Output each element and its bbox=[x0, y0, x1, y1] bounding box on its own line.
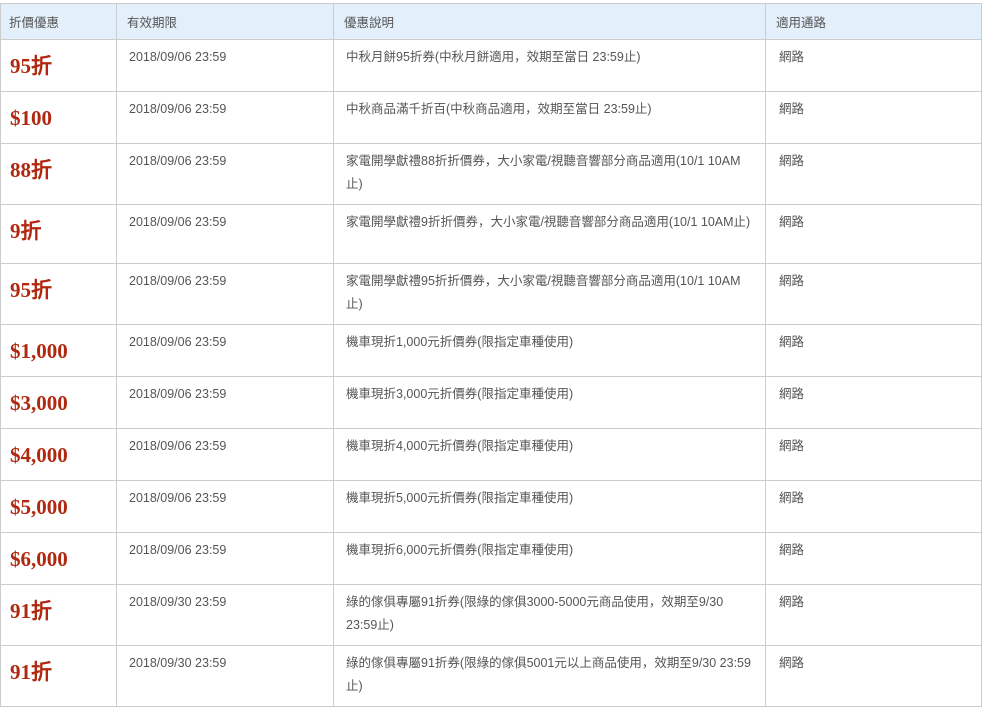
channel: 網路 bbox=[765, 39, 982, 92]
header-row: 折價優惠 有效期限 優惠說明 適用通路 bbox=[0, 3, 982, 40]
coupon-description: 機車現折6,000元折價券(限指定車種使用) bbox=[333, 532, 766, 585]
channel: 網路 bbox=[765, 376, 982, 429]
coupon-description: 中秋月餅95折券(中秋月餅適用，效期至當日 23:59止) bbox=[333, 39, 766, 92]
table-row: 91折 2018/09/30 23:59 綠的傢俱專屬91折券(限綠的傢俱300… bbox=[0, 584, 982, 646]
channel: 網路 bbox=[765, 584, 982, 646]
expiry-date: 2018/09/06 23:59 bbox=[116, 532, 334, 585]
expiry-date: 2018/09/30 23:59 bbox=[116, 584, 334, 646]
expiry-date: 2018/09/06 23:59 bbox=[116, 143, 334, 205]
discount-value: $3,000 bbox=[0, 376, 117, 429]
header-description: 優惠說明 bbox=[333, 3, 766, 40]
table-row: $5,000 2018/09/06 23:59 機車現折5,000元折價券(限指… bbox=[0, 480, 982, 533]
coupon-description: 機車現折4,000元折價券(限指定車種使用) bbox=[333, 428, 766, 481]
coupon-description: 家電開學獻禮88折折價券，大小家電/視聽音響部分商品適用(10/1 10AM止) bbox=[333, 143, 766, 205]
expiry-date: 2018/09/06 23:59 bbox=[116, 204, 334, 264]
discount-value: 9折 bbox=[0, 204, 117, 264]
coupon-description: 機車現折1,000元折價券(限指定車種使用) bbox=[333, 324, 766, 377]
table-row: 95折 2018/09/06 23:59 中秋月餅95折券(中秋月餅適用，效期至… bbox=[0, 39, 982, 92]
header-expiry: 有效期限 bbox=[116, 3, 334, 40]
expiry-date: 2018/09/06 23:59 bbox=[116, 263, 334, 325]
coupon-table-body: 95折 2018/09/06 23:59 中秋月餅95折券(中秋月餅適用，效期至… bbox=[0, 39, 982, 707]
table-row: $100 2018/09/06 23:59 中秋商品滿千折百(中秋商品適用，效期… bbox=[0, 91, 982, 144]
channel: 網路 bbox=[765, 532, 982, 585]
discount-value: 88折 bbox=[0, 143, 117, 205]
discount-value: 91折 bbox=[0, 584, 117, 646]
discount-value: 95折 bbox=[0, 39, 117, 92]
expiry-date: 2018/09/06 23:59 bbox=[116, 480, 334, 533]
expiry-date: 2018/09/06 23:59 bbox=[116, 428, 334, 481]
coupon-table-head: 折價優惠 有效期限 優惠說明 適用通路 bbox=[0, 3, 982, 40]
table-row: $3,000 2018/09/06 23:59 機車現折3,000元折價券(限指… bbox=[0, 376, 982, 429]
table-row: $6,000 2018/09/06 23:59 機車現折6,000元折價券(限指… bbox=[0, 532, 982, 585]
table-row: $1,000 2018/09/06 23:59 機車現折1,000元折價券(限指… bbox=[0, 324, 982, 377]
coupon-table: 折價優惠 有效期限 優惠說明 適用通路 95折 2018/09/06 23:59… bbox=[0, 3, 982, 707]
expiry-date: 2018/09/06 23:59 bbox=[116, 324, 334, 377]
channel: 網路 bbox=[765, 204, 982, 264]
coupon-description: 綠的傢俱專屬91折券(限綠的傢俱5001元以上商品使用，效期至9/30 23:5… bbox=[333, 645, 766, 707]
channel: 網路 bbox=[765, 263, 982, 325]
expiry-date: 2018/09/06 23:59 bbox=[116, 376, 334, 429]
coupon-description: 家電開學獻禮95折折價券，大小家電/視聽音響部分商品適用(10/1 10AM止) bbox=[333, 263, 766, 325]
coupon-description: 中秋商品滿千折百(中秋商品適用，效期至當日 23:59止) bbox=[333, 91, 766, 144]
discount-value: $6,000 bbox=[0, 532, 117, 585]
channel: 網路 bbox=[765, 480, 982, 533]
table-row: 91折 2018/09/30 23:59 綠的傢俱專屬91折券(限綠的傢俱500… bbox=[0, 645, 982, 707]
discount-value: 95折 bbox=[0, 263, 117, 325]
coupon-description: 機車現折3,000元折價券(限指定車種使用) bbox=[333, 376, 766, 429]
coupon-description: 機車現折5,000元折價券(限指定車種使用) bbox=[333, 480, 766, 533]
discount-value: $4,000 bbox=[0, 428, 117, 481]
expiry-date: 2018/09/30 23:59 bbox=[116, 645, 334, 707]
header-channel: 適用通路 bbox=[765, 3, 982, 40]
channel: 網路 bbox=[765, 428, 982, 481]
coupon-description: 家電開學獻禮9折折價券，大小家電/視聽音響部分商品適用(10/1 10AM止) bbox=[333, 204, 766, 264]
discount-value: $1,000 bbox=[0, 324, 117, 377]
channel: 網路 bbox=[765, 91, 982, 144]
discount-value: $5,000 bbox=[0, 480, 117, 533]
expiry-date: 2018/09/06 23:59 bbox=[116, 39, 334, 92]
discount-value: $100 bbox=[0, 91, 117, 144]
discount-value: 91折 bbox=[0, 645, 117, 707]
channel: 網路 bbox=[765, 324, 982, 377]
table-row: 88折 2018/09/06 23:59 家電開學獻禮88折折價券，大小家電/視… bbox=[0, 143, 982, 205]
table-row: $4,000 2018/09/06 23:59 機車現折4,000元折價券(限指… bbox=[0, 428, 982, 481]
channel: 網路 bbox=[765, 143, 982, 205]
coupon-description: 綠的傢俱專屬91折券(限綠的傢俱3000-5000元商品使用，效期至9/30 2… bbox=[333, 584, 766, 646]
channel: 網路 bbox=[765, 645, 982, 707]
header-discount: 折價優惠 bbox=[0, 3, 117, 40]
expiry-date: 2018/09/06 23:59 bbox=[116, 91, 334, 144]
table-row: 9折 2018/09/06 23:59 家電開學獻禮9折折價券，大小家電/視聽音… bbox=[0, 204, 982, 264]
table-row: 95折 2018/09/06 23:59 家電開學獻禮95折折價券，大小家電/視… bbox=[0, 263, 982, 325]
